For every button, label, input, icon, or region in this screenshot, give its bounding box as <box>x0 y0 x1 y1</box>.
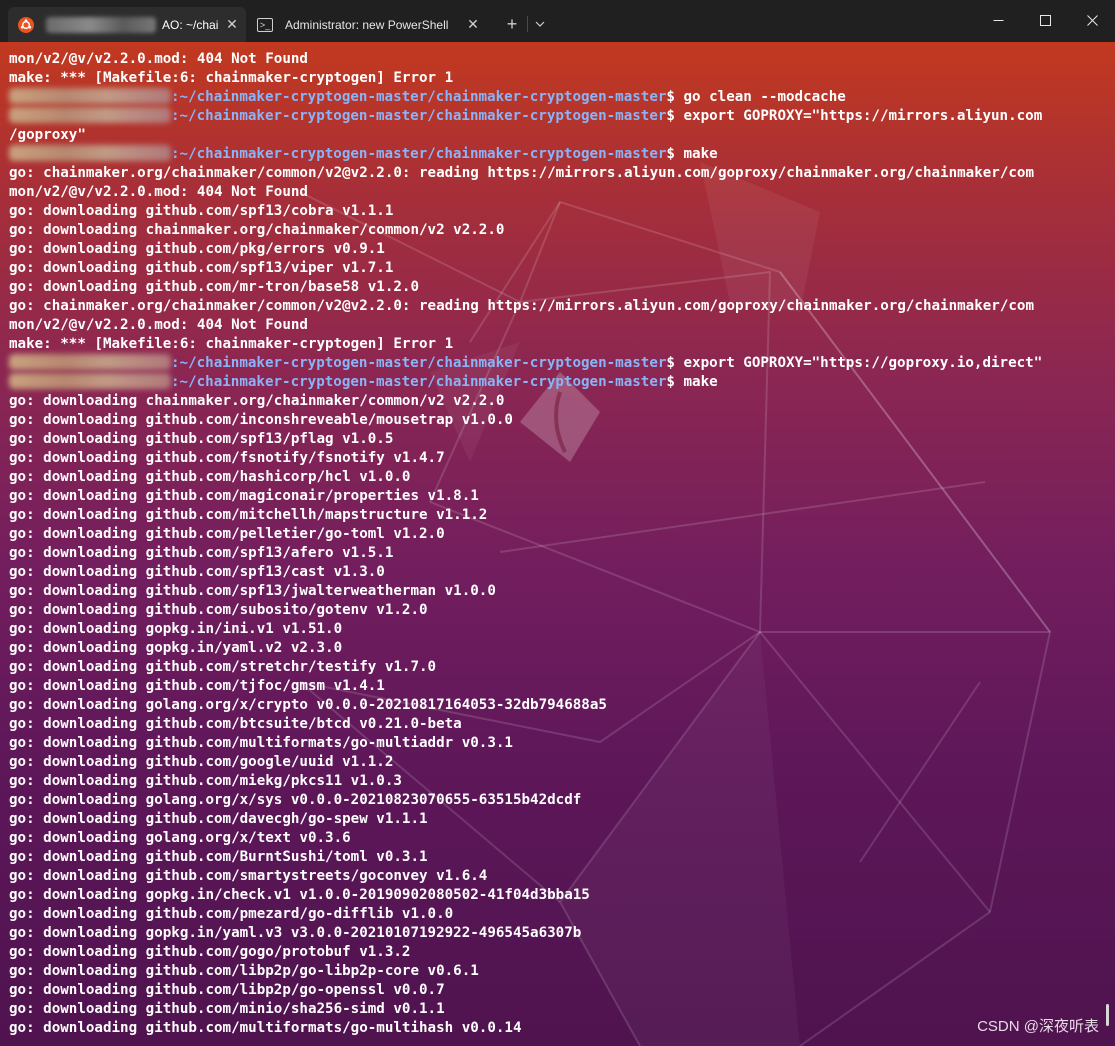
terminal-lines: mon/v2/@v/v2.2.0.mod: 404 Not Found make:… <box>9 50 1115 1038</box>
tab-bar: AO: ~/chai ✕ >_ Administrator: new Power… <box>0 0 1115 42</box>
output-line: go: downloading github.com/pmezard/go-di… <box>9 906 454 922</box>
tab-ubuntu[interactable]: AO: ~/chai ✕ <box>8 7 246 42</box>
output-line: make: *** [Makefile:6: chainmaker-crypto… <box>9 70 454 86</box>
output-line: go: downloading github.com/gogo/protobuf… <box>9 944 411 960</box>
command-text: export GOPROXY="https://goproxy.io,direc… <box>674 355 1043 371</box>
output-line: mon/v2/@v/v2.2.0.mod: 404 Not Found <box>9 184 308 200</box>
minimize-button[interactable] <box>975 0 1021 40</box>
output-line: go: downloading gopkg.in/check.v1 v1.0.0… <box>9 887 590 903</box>
output-line: go: downloading github.com/btcsuite/btcd… <box>9 716 462 732</box>
tab-title: AO: ~/chai <box>162 17 218 32</box>
output-line: go: downloading gopkg.in/yaml.v2 v2.3.0 <box>9 640 343 656</box>
prompt-symbol: $ <box>666 146 675 162</box>
command-text: go clean --modcache <box>674 89 846 105</box>
output-line: go: downloading github.com/subosito/gote… <box>9 602 428 618</box>
terminal-window: AO: ~/chai ✕ >_ Administrator: new Power… <box>0 0 1115 1046</box>
redacted-username <box>9 107 171 123</box>
output-line: go: downloading github.com/spf13/pflag v… <box>9 431 394 447</box>
new-tab-button[interactable]: + <box>498 9 526 39</box>
output-line: go: downloading gopkg.in/ini.v1 v1.51.0 <box>9 621 343 637</box>
output-line: /goproxy" <box>9 127 86 143</box>
scrollbar-thumb[interactable] <box>1106 1004 1109 1026</box>
output-line: go: downloading github.com/BurntSushi/to… <box>9 849 428 865</box>
prompt-line: :~/chainmaker-cryptogen-master/chainmake… <box>9 107 1115 126</box>
powershell-icon: >_ <box>257 17 273 32</box>
output-line: go: downloading golang.org/x/text v0.3.6 <box>9 830 351 846</box>
output-line: make: *** [Makefile:6: chainmaker-crypto… <box>9 336 454 352</box>
output-line: go: downloading github.com/miekg/pkcs11 … <box>9 773 402 789</box>
output-line: go: chainmaker.org/chainmaker/common/v2@… <box>9 165 1034 181</box>
output-line: go: downloading github.com/multiformats/… <box>9 1020 522 1036</box>
redacted-username <box>9 88 171 104</box>
output-line: go: downloading github.com/mr-tron/base5… <box>9 279 419 295</box>
terminal-output-area[interactable]: mon/v2/@v/v2.2.0.mod: 404 Not Found make:… <box>0 42 1115 1046</box>
tab-close-icon[interactable]: ✕ <box>459 16 487 33</box>
prompt-line: :~/chainmaker-cryptogen-master/chainmake… <box>9 373 1115 392</box>
output-line: go: downloading github.com/pelletier/go-… <box>9 526 445 542</box>
tab-dropdown-button[interactable] <box>528 9 552 39</box>
output-line: go: downloading github.com/spf13/viper v… <box>9 260 394 276</box>
output-line: go: chainmaker.org/chainmaker/common/v2@… <box>9 298 1034 314</box>
output-line: go: downloading github.com/fsnotify/fsno… <box>9 450 445 466</box>
output-line: go: downloading github.com/spf13/afero v… <box>9 545 394 561</box>
output-line: go: downloading github.com/spf13/jwalter… <box>9 583 496 599</box>
output-line: go: downloading chainmaker.org/chainmake… <box>9 393 505 409</box>
output-line: go: downloading github.com/mitchellh/map… <box>9 507 488 523</box>
output-line: go: downloading chainmaker.org/chainmake… <box>9 222 505 238</box>
output-line: go: downloading golang.org/x/crypto v0.0… <box>9 697 607 713</box>
chevron-down-icon <box>535 21 545 27</box>
prompt-symbol: $ <box>666 108 675 124</box>
prompt-symbol: $ <box>666 355 675 371</box>
output-line: go: downloading github.com/hashicorp/hcl… <box>9 469 411 485</box>
output-line: go: downloading github.com/smartystreets… <box>9 868 488 884</box>
close-icon <box>1086 14 1098 26</box>
prompt-path: :~/chainmaker-cryptogen-master/chainmake… <box>171 108 667 124</box>
maximize-button[interactable] <box>1022 0 1068 40</box>
output-line: mon/v2/@v/v2.2.0.mod: 404 Not Found <box>9 51 308 67</box>
prompt-symbol: $ <box>666 89 675 105</box>
prompt-line: :~/chainmaker-cryptogen-master/chainmake… <box>9 354 1115 373</box>
output-line: go: downloading github.com/multiformats/… <box>9 735 513 751</box>
ubuntu-icon <box>18 16 34 33</box>
tab-title: Administrator: new PowerShell <box>285 17 449 32</box>
redacted-username <box>9 373 171 389</box>
output-line: go: downloading github.com/spf13/cobra v… <box>9 203 394 219</box>
prompt-path: :~/chainmaker-cryptogen-master/chainmake… <box>171 146 667 162</box>
output-line: go: downloading github.com/spf13/cast v1… <box>9 564 385 580</box>
output-line: go: downloading gopkg.in/yaml.v3 v3.0.0-… <box>9 925 582 941</box>
tab-close-icon[interactable]: ✕ <box>218 16 246 33</box>
tab-powershell[interactable]: >_ Administrator: new PowerShell ✕ <box>247 7 487 42</box>
prompt-path: :~/chainmaker-cryptogen-master/chainmake… <box>171 89 667 105</box>
maximize-icon <box>1039 14 1051 26</box>
prompt-path: :~/chainmaker-cryptogen-master/chainmake… <box>171 355 667 371</box>
output-line: go: downloading github.com/libp2p/go-lib… <box>9 963 479 979</box>
watermark: CSDN @深夜听表 <box>977 1018 1099 1035</box>
output-line: go: downloading github.com/minio/sha256-… <box>9 1001 445 1017</box>
prompt-path: :~/chainmaker-cryptogen-master/chainmake… <box>171 374 667 390</box>
minimize-icon <box>993 19 1003 21</box>
command-text: make <box>674 146 718 162</box>
output-line: go: downloading github.com/google/uuid v… <box>9 754 394 770</box>
output-line: go: downloading github.com/davecgh/go-sp… <box>9 811 428 827</box>
command-text: make <box>674 374 718 390</box>
prompt-line: :~/chainmaker-cryptogen-master/chainmake… <box>9 88 1115 107</box>
output-line: go: downloading golang.org/x/sys v0.0.0-… <box>9 792 582 808</box>
output-line: go: downloading github.com/tjfoc/gmsm v1… <box>9 678 385 694</box>
prompt-line: :~/chainmaker-cryptogen-master/chainmake… <box>9 145 1115 164</box>
output-line: go: downloading github.com/inconshreveab… <box>9 412 513 428</box>
output-line: go: downloading github.com/pkg/errors v0… <box>9 241 385 257</box>
close-window-button[interactable] <box>1069 0 1115 40</box>
command-text: export GOPROXY="https://mirrors.aliyun.c… <box>674 108 1043 124</box>
redacted-username <box>9 354 171 370</box>
redacted-username <box>9 145 171 161</box>
output-line: go: downloading github.com/stretchr/test… <box>9 659 437 675</box>
output-line: go: downloading github.com/libp2p/go-ope… <box>9 982 445 998</box>
redacted-username <box>46 16 156 33</box>
output-line: mon/v2/@v/v2.2.0.mod: 404 Not Found <box>9 317 308 333</box>
output-line: go: downloading github.com/magiconair/pr… <box>9 488 479 504</box>
prompt-symbol: $ <box>666 374 675 390</box>
